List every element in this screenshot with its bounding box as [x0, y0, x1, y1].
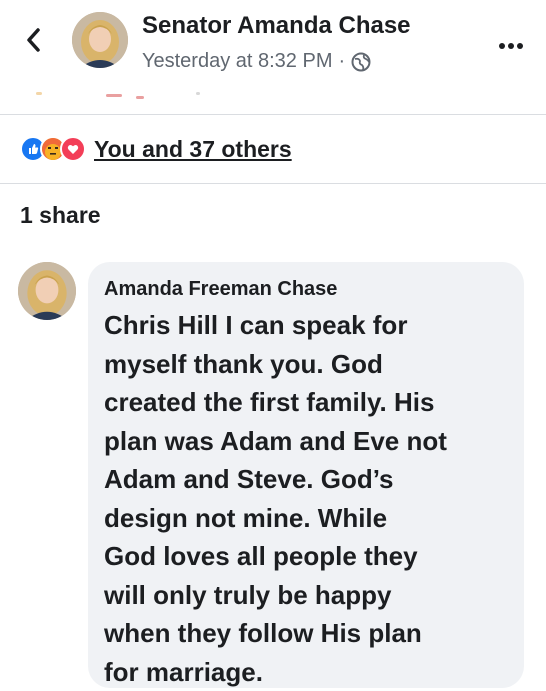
divider	[0, 183, 546, 184]
comment-text: Chris Hill I can speak for myself thank …	[104, 306, 520, 691]
meta-separator: ·	[338, 50, 346, 72]
comment-line: Adam and Steve. God’s	[104, 464, 394, 494]
comment-line: Chris Hill I can speak for	[104, 310, 408, 340]
avatar-portrait-icon	[72, 12, 128, 68]
author-avatar[interactable]	[72, 12, 128, 68]
love-icon	[60, 136, 86, 162]
comment-line: plan was Adam and Eve not	[104, 425, 447, 456]
comment-author-name[interactable]: Amanda Freeman Chase	[104, 278, 337, 301]
more-horizontal-icon	[499, 43, 523, 49]
comment-line: created the first family. His	[104, 387, 435, 417]
post-meta: Yesterday at 8:32 PM ·	[142, 50, 371, 73]
shares-count[interactable]: 1 share	[20, 202, 101, 229]
comment-bubble: Amanda Freeman Chase Chris Hill I can sp…	[88, 262, 524, 688]
post-author-name[interactable]: Senator Amanda Chase	[142, 12, 411, 40]
reactions-summary[interactable]: You and 37 others	[20, 134, 292, 164]
comment-line: will only truly be happy	[104, 579, 392, 610]
commenter-avatar[interactable]	[18, 262, 76, 320]
reaction-icons	[20, 136, 86, 162]
comment-line: design not mine. While	[104, 502, 388, 533]
more-options-button[interactable]	[498, 30, 524, 56]
post-timestamp[interactable]: Yesterday at 8:32 PM	[142, 50, 333, 73]
post-content-remnant	[36, 92, 236, 102]
avatar-portrait-icon	[18, 262, 76, 320]
globe-icon	[351, 52, 371, 71]
back-button[interactable]	[20, 22, 48, 58]
chevron-left-icon	[27, 28, 40, 52]
comment-line: God loves all people they	[104, 541, 418, 571]
comment-line: for marriage.	[104, 656, 263, 687]
reactions-count-link[interactable]: You and 37 others	[94, 136, 292, 163]
post-header: Senator Amanda Chase Yesterday at 8:32 P…	[0, 0, 546, 100]
comment-line: myself thank you. God	[104, 348, 383, 379]
comment-line: when they follow His plan	[104, 618, 422, 648]
divider	[0, 114, 546, 115]
